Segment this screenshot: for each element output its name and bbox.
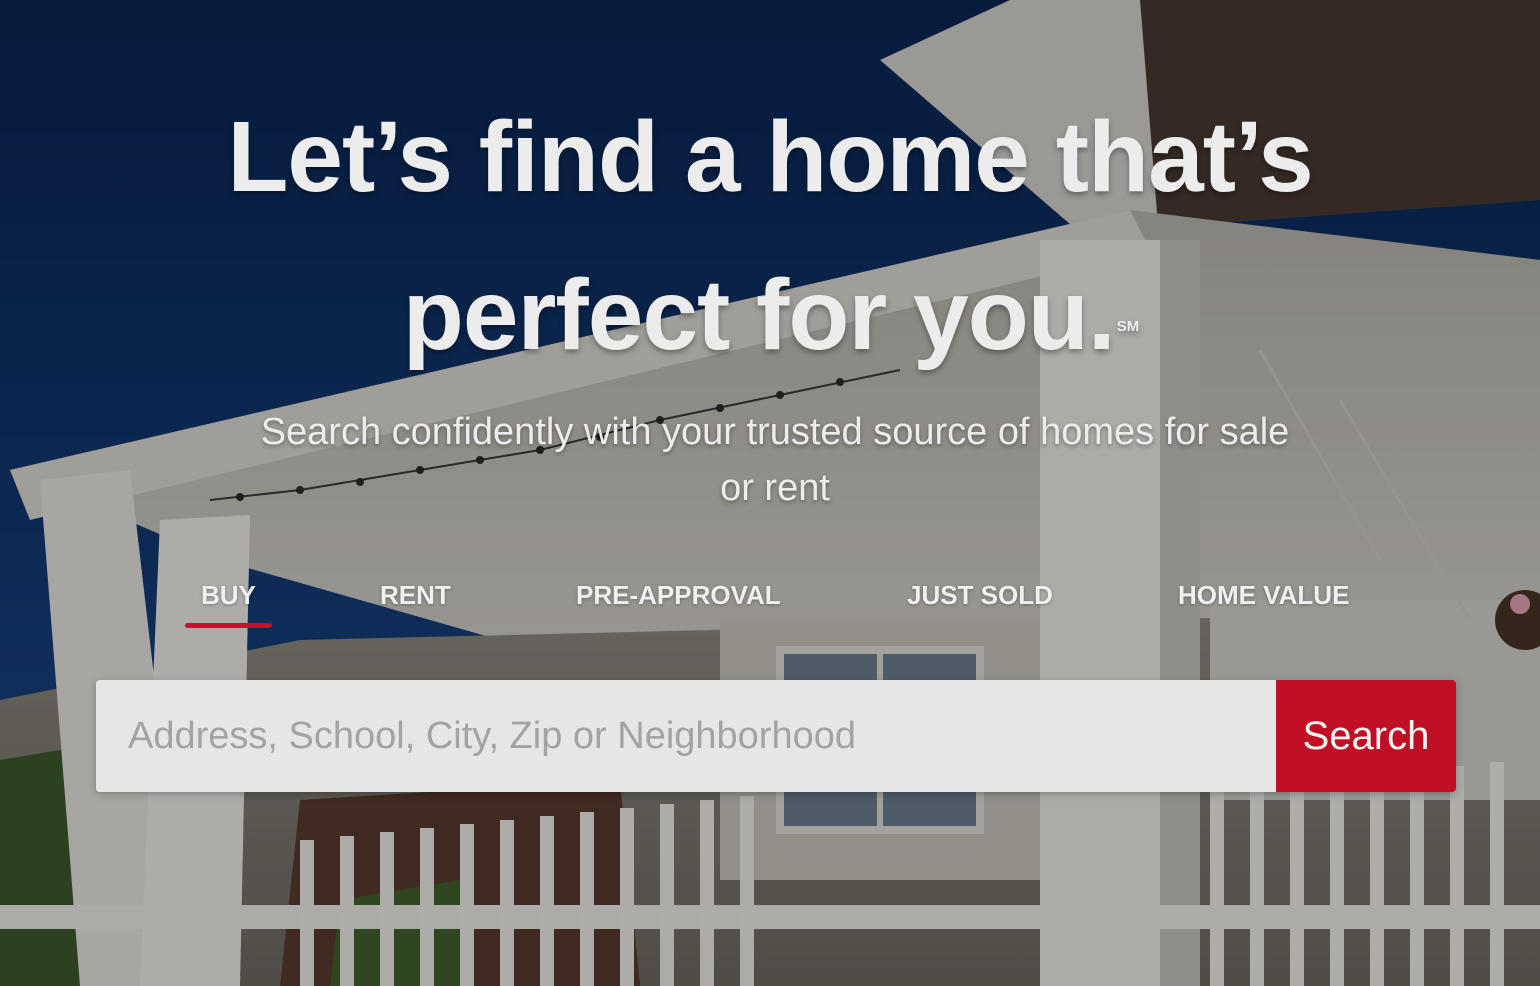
hero-headline: Let’s find a home that’s perfect for you… <box>0 78 1540 394</box>
hero-subtitle: Search confidently with your trusted sou… <box>260 411 1290 509</box>
headline-line-2-wrap: perfect for you. SM <box>0 236 1540 394</box>
hero-section: Let’s find a home that’s perfect for you… <box>0 0 1540 986</box>
tab-rent[interactable]: RENT <box>380 575 451 615</box>
headline-line-2: perfect for you. <box>402 259 1116 371</box>
tab-pre-approval[interactable]: PRE-APPROVAL <box>576 575 781 615</box>
headline-line-1: Let’s find a home that’s <box>227 101 1313 213</box>
search-button[interactable]: Search <box>1276 680 1456 792</box>
search-input[interactable] <box>96 680 1276 792</box>
tab-home-value[interactable]: HOME VALUE <box>1178 575 1349 615</box>
search-mode-tabs: BUY RENT PRE-APPROVAL JUST SOLD HOME VAL… <box>0 575 1540 635</box>
search-bar: Search <box>96 680 1456 792</box>
tab-buy[interactable]: BUY <box>185 575 272 628</box>
tab-just-sold[interactable]: JUST SOLD <box>907 575 1053 615</box>
service-mark: SM <box>1116 318 1140 335</box>
